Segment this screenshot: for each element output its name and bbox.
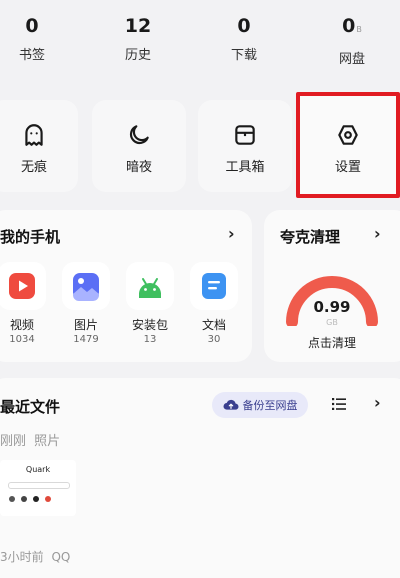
stat-value: 12 — [124, 15, 152, 37]
tile-settings[interactable]: 设置 — [296, 92, 400, 198]
chevron-right-icon[interactable]: › — [374, 393, 381, 412]
app-name: 安装包 — [131, 318, 168, 332]
document-icon — [202, 273, 226, 299]
thumbnail-search-bar — [8, 482, 70, 489]
stat-downloads[interactable]: 0 下载 — [204, 14, 284, 63]
thumbnail-app-dot — [45, 496, 51, 502]
thumbnail-app-dot — [9, 496, 15, 502]
app-count: 1479 — [73, 334, 99, 345]
my-phone-title: 我的手机 — [0, 228, 61, 246]
image-icon — [73, 273, 99, 302]
cleaner-title: 夸克清理 — [280, 228, 341, 246]
file-source-app: QQ — [51, 550, 71, 564]
image-tile — [62, 262, 110, 310]
android-icon — [139, 278, 161, 298]
moon-icon — [129, 125, 149, 145]
video-tile — [0, 262, 46, 310]
stat-value: 0B — [342, 15, 362, 37]
cloud-upload-icon — [222, 399, 239, 410]
tile-label: 暗夜 — [125, 160, 152, 175]
app-documents[interactable]: 文档 30 — [184, 262, 244, 345]
video-play-icon — [9, 273, 35, 299]
stat-history[interactable]: 12 历史 — [98, 14, 178, 63]
file-thumbnail[interactable]: Quark — [0, 460, 76, 516]
clean-action-link[interactable]: 点击清理 — [282, 334, 382, 351]
thumbnail-app-dot — [21, 496, 27, 502]
chevron-right-icon[interactable]: › — [228, 224, 235, 243]
stat-value: 0 — [25, 15, 39, 37]
settings-hexagon-icon — [338, 125, 358, 145]
tile-incognito[interactable]: 无痕 — [0, 100, 78, 192]
thumbnail-app-dot — [33, 496, 39, 502]
file-meta: 3小时前 QQ — [0, 548, 70, 565]
package-tile — [126, 262, 174, 310]
storage-gauge — [286, 276, 378, 326]
stat-cloud-drive[interactable]: 0B 网盘 — [312, 14, 392, 67]
document-tile — [190, 262, 238, 310]
recent-group-header: 刚刚 照片 — [0, 430, 60, 449]
tile-dark-mode[interactable]: 暗夜 — [92, 100, 186, 192]
tile-label: 工具箱 — [225, 160, 265, 175]
app-name: 图片 — [73, 318, 98, 332]
app-videos[interactable]: 视频 1034 — [0, 262, 52, 345]
stat-label: 下载 — [230, 48, 257, 63]
group-time: 刚刚 — [0, 434, 27, 449]
file-time: 3小时前 — [0, 550, 44, 564]
app-count: 13 — [143, 334, 157, 345]
backup-to-cloud-button[interactable]: 备份至网盘 — [212, 392, 308, 418]
backup-label: 备份至网盘 — [242, 399, 298, 412]
app-count: 1034 — [9, 334, 35, 345]
stat-bookmarks[interactable]: 0 书签 — [0, 14, 72, 63]
cleaner-value: 0.99 — [313, 298, 351, 316]
stat-unit: B — [356, 25, 362, 34]
stat-label: 网盘 — [338, 52, 365, 67]
list-view-icon[interactable] — [332, 398, 346, 410]
app-name: 视频 — [9, 318, 34, 332]
stat-label: 历史 — [124, 48, 151, 63]
toolbox-icon — [235, 125, 255, 145]
thumbnail-brand: Quark — [25, 465, 51, 474]
app-name: 文档 — [201, 318, 226, 332]
stat-value: 0 — [237, 15, 251, 37]
group-type: 照片 — [34, 434, 61, 449]
app-packages[interactable]: 安装包 13 — [120, 262, 180, 345]
app-images[interactable]: 图片 1479 — [56, 262, 116, 345]
tile-label: 无痕 — [20, 160, 47, 175]
app-count: 30 — [207, 334, 221, 345]
cleaner-unit: GB — [326, 318, 338, 327]
ghost-icon — [25, 124, 43, 146]
recent-files-title: 最近文件 — [0, 398, 61, 416]
tile-label: 设置 — [334, 160, 361, 175]
stat-label: 书签 — [18, 48, 45, 63]
tile-toolbox[interactable]: 工具箱 — [198, 100, 292, 192]
chevron-right-icon[interactable]: › — [374, 224, 381, 243]
